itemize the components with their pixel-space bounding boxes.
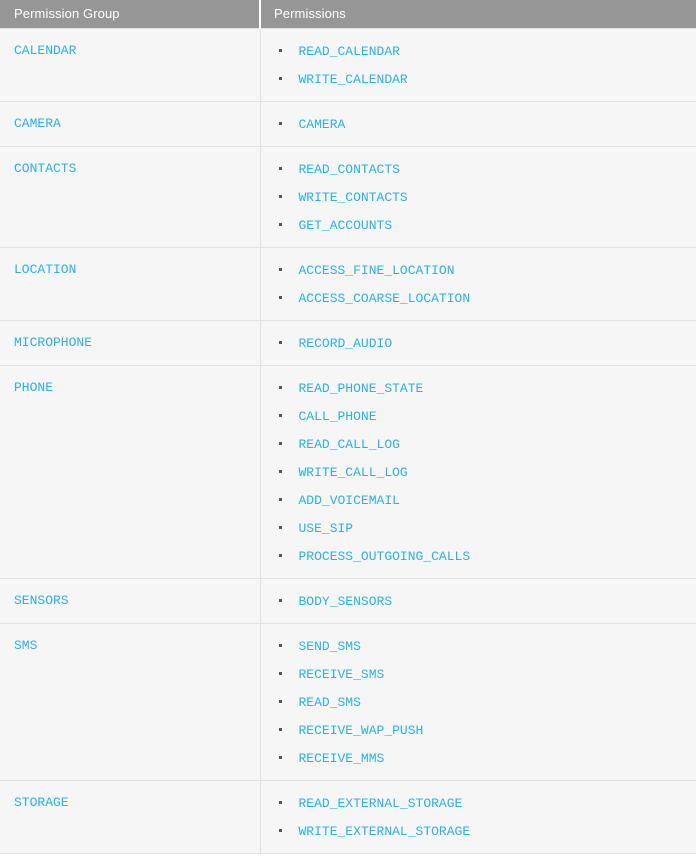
permission-list: READ_CALENDAR WRITE_CALENDAR xyxy=(261,29,696,101)
permission-link[interactable]: SEND_SMS xyxy=(299,639,361,654)
permission-group-link[interactable]: SMS xyxy=(14,638,37,653)
permission-link[interactable]: ADD_VOICEMAIL xyxy=(299,493,400,508)
list-item: READ_CALENDAR xyxy=(261,37,696,65)
permission-link[interactable]: CALL_PHONE xyxy=(299,409,377,424)
permission-link[interactable]: ACCESS_FINE_LOCATION xyxy=(299,263,455,278)
permission-link[interactable]: PROCESS_OUTGOING_CALLS xyxy=(299,549,471,564)
permission-link[interactable]: WRITE_EXTERNAL_STORAGE xyxy=(299,824,471,839)
permission-group-link[interactable]: CALENDAR xyxy=(14,43,76,58)
permission-list: SEND_SMS RECEIVE_SMS READ_SMS RECEIVE_WAP_P… xyxy=(261,624,696,780)
permission-group-cell: CAMERA xyxy=(0,101,261,147)
permission-group-cell: SMS xyxy=(0,623,261,781)
permission-group-link[interactable]: STORAGE xyxy=(14,795,69,810)
permission-list: ACCESS_FINE_LOCATION ACCESS_COARSE_LOCATI… xyxy=(261,248,696,320)
permission-link[interactable]: RECEIVE_SMS xyxy=(299,667,385,682)
permission-link[interactable]: WRITE_CALENDAR xyxy=(299,72,408,87)
list-item: READ_CONTACTS xyxy=(261,155,696,183)
list-item: READ_EXTERNAL_STORAGE xyxy=(261,789,696,817)
permission-link[interactable]: ACCESS_COARSE_LOCATION xyxy=(299,291,471,306)
list-item: ACCESS_FINE_LOCATION xyxy=(261,256,696,284)
list-item: RECEIVE_WAP_PUSH xyxy=(261,716,696,744)
permission-groups-table: Permission Group Permissions CALENDAR REA… xyxy=(0,0,696,854)
list-item: BODY_SENSORS xyxy=(261,587,696,615)
permission-link[interactable]: READ_EXTERNAL_STORAGE xyxy=(299,796,463,811)
list-item: RECEIVE_SMS xyxy=(261,660,696,688)
list-item: ACCESS_COARSE_LOCATION xyxy=(261,284,696,312)
table-row: PHONE READ_PHONE_STATE CALL_PHONE READ_CALL… xyxy=(0,365,696,579)
permission-group-link[interactable]: CONTACTS xyxy=(14,161,76,176)
permission-group-cell: LOCATION xyxy=(0,247,261,321)
permissions-cell: RECORD_AUDIO xyxy=(260,320,696,366)
permission-link[interactable]: WRITE_CONTACTS xyxy=(299,190,408,205)
permission-list: READ_PHONE_STATE CALL_PHONE READ_CALL_LOG W… xyxy=(261,366,696,578)
permission-list: READ_EXTERNAL_STORAGE WRITE_EXTERNAL_STOR… xyxy=(261,781,696,853)
list-item: GET_ACCOUNTS xyxy=(261,211,696,239)
permission-link[interactable]: READ_CALENDAR xyxy=(299,44,400,59)
permission-link[interactable]: RECEIVE_WAP_PUSH xyxy=(299,723,424,738)
permission-link[interactable]: CAMERA xyxy=(299,117,346,132)
permissions-cell: READ_PHONE_STATE CALL_PHONE READ_CALL_LOG W… xyxy=(260,365,696,579)
table-body: CALENDAR READ_CALENDAR WRITE_CALENDAR CAMER… xyxy=(0,28,696,854)
permission-group-cell: CONTACTS xyxy=(0,146,261,248)
column-header-permission-group: Permission Group xyxy=(0,0,260,29)
table-row: LOCATION ACCESS_FINE_LOCATION ACCESS_COARS… xyxy=(0,247,696,321)
permission-link[interactable]: WRITE_CALL_LOG xyxy=(299,465,408,480)
list-item: READ_SMS xyxy=(261,688,696,716)
permissions-cell: READ_CONTACTS WRITE_CONTACTS GET_ACCOUNTS xyxy=(260,146,696,248)
permission-list: READ_CONTACTS WRITE_CONTACTS GET_ACCOUNTS xyxy=(261,147,696,247)
table-row: STORAGE READ_EXTERNAL_STORAGE WRITE_EXTERN… xyxy=(0,780,696,854)
list-item: WRITE_CALL_LOG xyxy=(261,458,696,486)
table-header: Permission Group Permissions xyxy=(0,0,696,29)
table-row: CALENDAR READ_CALENDAR WRITE_CALENDAR xyxy=(0,28,696,102)
permission-link[interactable]: READ_CONTACTS xyxy=(299,162,400,177)
permissions-cell: BODY_SENSORS xyxy=(260,578,696,624)
list-item: READ_PHONE_STATE xyxy=(261,374,696,402)
permission-list: BODY_SENSORS xyxy=(261,579,696,623)
permission-group-cell: PHONE xyxy=(0,365,261,579)
table-row: SMS SEND_SMS RECEIVE_SMS READ_SMS RECEIVE_WA… xyxy=(0,623,696,781)
list-item: WRITE_EXTERNAL_STORAGE xyxy=(261,817,696,845)
list-item: RECORD_AUDIO xyxy=(261,329,696,357)
permission-group-link[interactable]: MICROPHONE xyxy=(14,335,92,350)
permissions-cell: READ_EXTERNAL_STORAGE WRITE_EXTERNAL_STOR… xyxy=(260,780,696,854)
permission-group-link[interactable]: PHONE xyxy=(14,380,53,395)
permission-group-cell: SENSORS xyxy=(0,578,261,624)
permissions-cell: SEND_SMS RECEIVE_SMS READ_SMS RECEIVE_WAP_P… xyxy=(260,623,696,781)
permission-list: CAMERA xyxy=(261,102,696,146)
permission-link[interactable]: READ_SMS xyxy=(299,695,361,710)
list-item: USE_SIP xyxy=(261,514,696,542)
permission-group-link[interactable]: CAMERA xyxy=(14,116,61,131)
permission-link[interactable]: RECEIVE_MMS xyxy=(299,751,385,766)
permission-link[interactable]: BODY_SENSORS xyxy=(299,594,393,609)
permission-link[interactable]: READ_CALL_LOG xyxy=(299,437,400,452)
table-row: CONTACTS READ_CONTACTS WRITE_CONTACTS GET_A… xyxy=(0,146,696,248)
permission-group-link[interactable]: SENSORS xyxy=(14,593,69,608)
permission-list: RECORD_AUDIO xyxy=(261,321,696,365)
table-header-row: Permission Group Permissions xyxy=(0,0,696,29)
list-item: READ_CALL_LOG xyxy=(261,430,696,458)
permission-link[interactable]: USE_SIP xyxy=(299,521,354,536)
list-item: WRITE_CONTACTS xyxy=(261,183,696,211)
permissions-cell: READ_CALENDAR WRITE_CALENDAR xyxy=(260,28,696,102)
permission-link[interactable]: READ_PHONE_STATE xyxy=(299,381,424,396)
list-item: SEND_SMS xyxy=(261,632,696,660)
permission-link[interactable]: GET_ACCOUNTS xyxy=(299,218,393,233)
list-item: ADD_VOICEMAIL xyxy=(261,486,696,514)
list-item: CALL_PHONE xyxy=(261,402,696,430)
permissions-cell: CAMERA xyxy=(260,101,696,147)
list-item: WRITE_CALENDAR xyxy=(261,65,696,93)
permission-group-link[interactable]: LOCATION xyxy=(14,262,76,277)
permission-link[interactable]: RECORD_AUDIO xyxy=(299,336,393,351)
permissions-cell: ACCESS_FINE_LOCATION ACCESS_COARSE_LOCATI… xyxy=(260,247,696,321)
permission-group-cell: CALENDAR xyxy=(0,28,261,102)
permission-group-cell: MICROPHONE xyxy=(0,320,261,366)
list-item: RECEIVE_MMS xyxy=(261,744,696,772)
list-item: CAMERA xyxy=(261,110,696,138)
table-row: MICROPHONE RECORD_AUDIO xyxy=(0,320,696,366)
column-header-permissions: Permissions xyxy=(259,0,696,29)
table-row: CAMERA CAMERA xyxy=(0,101,696,147)
permission-group-cell: STORAGE xyxy=(0,780,261,854)
table-row: SENSORS BODY_SENSORS xyxy=(0,578,696,624)
list-item: PROCESS_OUTGOING_CALLS xyxy=(261,542,696,570)
